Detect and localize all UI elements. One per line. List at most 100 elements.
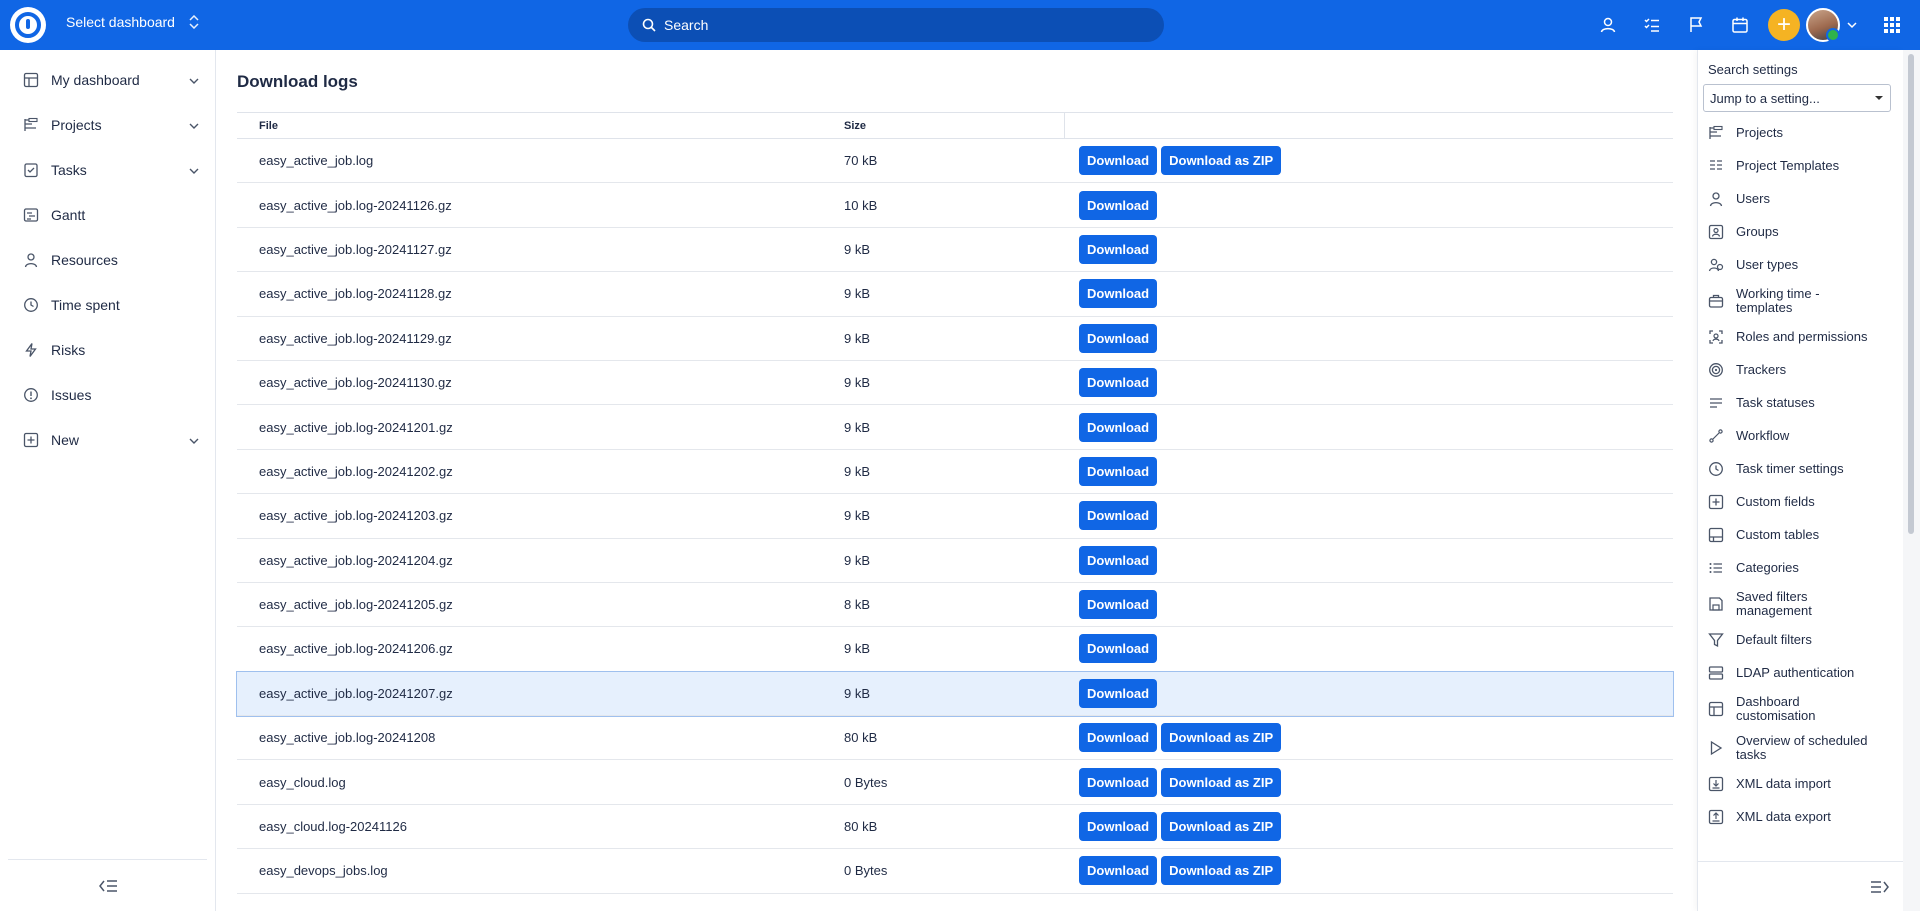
table-row[interactable]: easy_active_job.log-20241127.gz 9 kB Downl… bbox=[237, 228, 1673, 273]
settings-item-overview-of-scheduled-tasks[interactable]: Overview of scheduled tasks bbox=[1698, 728, 1904, 767]
avatar[interactable] bbox=[1806, 8, 1840, 42]
table-row[interactable]: easy_active_job.log-20241202.gz 9 kB Downl… bbox=[237, 450, 1673, 495]
download-button[interactable]: Download bbox=[1079, 590, 1158, 620]
settings-item-users[interactable]: Users bbox=[1698, 182, 1904, 215]
download-as-zip-button[interactable]: Download as ZIP bbox=[1161, 767, 1282, 797]
settings-item-label: Users bbox=[1736, 190, 1770, 206]
sidebar-item-time-spent[interactable]: Time spent bbox=[0, 282, 215, 327]
table-row[interactable]: easy_devops_jobs.log 0 Bytes Download Downl… bbox=[237, 849, 1673, 894]
user-icon[interactable] bbox=[1586, 0, 1630, 50]
settings-item-task-statuses[interactable]: Task statuses bbox=[1698, 386, 1904, 419]
download-button[interactable]: Download bbox=[1079, 234, 1158, 264]
settings-item-ldap-authentication[interactable]: LDAP authentication bbox=[1698, 656, 1904, 689]
settings-item-user-types[interactable]: User types bbox=[1698, 248, 1904, 281]
calendar-icon[interactable] bbox=[1718, 0, 1762, 50]
sidebar-item-projects[interactable]: Projects bbox=[0, 102, 215, 147]
download-as-zip-button[interactable]: Download as ZIP bbox=[1161, 812, 1282, 842]
table-row[interactable]: easy_active_job.log-20241204.gz 9 kB Downl… bbox=[237, 539, 1673, 583]
sidebar-item-risks[interactable]: Risks bbox=[0, 327, 215, 372]
table-row[interactable]: easy_active_job.log-20241206.gz 9 kB Downl… bbox=[237, 627, 1673, 672]
table-row[interactable]: easy_active_job.log-20241205.gz 8 kB Downl… bbox=[237, 583, 1673, 628]
settings-item-workflow[interactable]: Workflow bbox=[1698, 419, 1904, 452]
tasks-checklist-icon[interactable] bbox=[1630, 0, 1674, 50]
apps-grid-icon[interactable] bbox=[1864, 0, 1920, 50]
settings-item-default-filters[interactable]: Default filters bbox=[1698, 623, 1904, 656]
chevron-down-icon[interactable] bbox=[189, 162, 199, 178]
column-header-size[interactable]: Size bbox=[844, 120, 1064, 132]
download-as-zip-button[interactable]: Download as ZIP bbox=[1161, 146, 1282, 176]
download-as-zip-button[interactable]: Download as ZIP bbox=[1161, 856, 1282, 886]
download-button[interactable]: Download bbox=[1079, 856, 1158, 886]
sidebar-item-new[interactable]: New bbox=[0, 417, 215, 462]
file-name-cell: easy_active_job.log-20241128.gz bbox=[259, 286, 452, 302]
table-row[interactable]: easy_cloud.log 0 Bytes Download Download as… bbox=[237, 760, 1673, 805]
download-button[interactable]: Download bbox=[1079, 634, 1158, 664]
flag-icon[interactable] bbox=[1674, 0, 1718, 50]
chevron-down-icon[interactable] bbox=[189, 432, 199, 448]
table-row[interactable]: easy_active_job.log-20241203.gz 9 kB Downl… bbox=[237, 494, 1673, 539]
settings-item-custom-tables[interactable]: Custom tables bbox=[1698, 518, 1904, 551]
table-row[interactable]: easy_active_job.log-20241130.gz 9 kB Downl… bbox=[237, 361, 1673, 406]
plus-icon[interactable]: + bbox=[1768, 9, 1800, 41]
file-size-cell: 9 kB bbox=[844, 508, 871, 524]
download-button[interactable]: Download bbox=[1079, 412, 1158, 442]
file-name-cell: easy_active_job.log-20241130.gz bbox=[259, 375, 452, 391]
download-button[interactable]: Download bbox=[1079, 501, 1158, 531]
settings-item-groups[interactable]: Groups bbox=[1698, 215, 1904, 248]
download-button[interactable]: Download bbox=[1079, 456, 1158, 486]
table-row[interactable]: easy_active_job.log-20241201.gz 9 kB Downl… bbox=[237, 405, 1673, 450]
settings-item-xml-data-import[interactable]: XML data import bbox=[1698, 767, 1904, 800]
chevron-down-icon[interactable] bbox=[189, 72, 199, 88]
download-button[interactable]: Download bbox=[1079, 323, 1158, 353]
collapse-settings-button[interactable] bbox=[1698, 861, 1903, 911]
dashboard-selector-label: Select dashboard bbox=[66, 14, 175, 30]
settings-item-dashboard-customisation[interactable]: Dashboard customisation bbox=[1698, 689, 1904, 728]
settings-item-project-templates[interactable]: Project Templates bbox=[1698, 149, 1904, 182]
search-input[interactable]: Search bbox=[628, 8, 1164, 42]
table-row[interactable]: easy_active_job.log 70 kB Download Download… bbox=[237, 139, 1673, 184]
settings-item-xml-data-export[interactable]: XML data export bbox=[1698, 800, 1904, 833]
app-logo[interactable] bbox=[10, 7, 46, 43]
table-row[interactable]: easy_active_job.log-20241129.gz 9 kB Downl… bbox=[237, 317, 1673, 361]
download-button[interactable]: Download bbox=[1079, 279, 1158, 309]
download-button[interactable]: Download bbox=[1079, 545, 1158, 575]
scrollbar-thumb[interactable] bbox=[1908, 54, 1914, 534]
download-button[interactable]: Download bbox=[1079, 767, 1158, 797]
settings-item-roles-and-permissions[interactable]: Roles and permissions bbox=[1698, 320, 1904, 353]
file-size-cell: 9 kB bbox=[844, 330, 871, 346]
download-button[interactable]: Download bbox=[1079, 190, 1158, 220]
table-row[interactable]: easy_cloud.log-20241126 80 kB Download Down… bbox=[237, 805, 1673, 850]
collapse-sidebar-button[interactable] bbox=[8, 859, 207, 911]
sidebar-item-resources[interactable]: Resources bbox=[0, 237, 215, 282]
chevron-down-icon[interactable] bbox=[1840, 0, 1864, 50]
top-bar: Select dashboard Search + bbox=[0, 0, 1920, 50]
table-row[interactable]: easy_active_job.log-20241208 80 kB Downloa… bbox=[237, 716, 1673, 761]
settings-item-projects[interactable]: Projects bbox=[1698, 116, 1904, 149]
sidebar-item-my-dashboard[interactable]: My dashboard bbox=[0, 57, 215, 102]
sidebar-item-tasks[interactable]: Tasks bbox=[0, 147, 215, 192]
dashboard-selector[interactable]: Select dashboard bbox=[66, 14, 199, 30]
sidebar-item-gantt[interactable]: Gantt bbox=[0, 192, 215, 237]
chevron-down-icon[interactable] bbox=[189, 117, 199, 133]
column-header-actions bbox=[1064, 113, 1673, 138]
table-row[interactable]: easy_active_job.log-20241207.gz 9 kB Downl… bbox=[236, 670, 1674, 718]
download-as-zip-button[interactable]: Download as ZIP bbox=[1161, 723, 1282, 753]
download-button[interactable]: Download bbox=[1079, 812, 1158, 842]
sidebar-item-issues[interactable]: Issues bbox=[0, 372, 215, 417]
download-button[interactable]: Download bbox=[1079, 723, 1158, 753]
table-row[interactable]: easy_active_job.log-20241128.gz 9 kB Downl… bbox=[237, 272, 1673, 317]
settings-panel-title: Search settings bbox=[1708, 62, 1798, 77]
settings-item-trackers[interactable]: Trackers bbox=[1698, 353, 1904, 386]
table-row[interactable]: easy_active_job.log-20241126.gz 10 kB Down… bbox=[237, 183, 1673, 228]
page-scrollbar[interactable] bbox=[1903, 50, 1920, 911]
settings-item-working-time-templates[interactable]: Working time - templates bbox=[1698, 281, 1904, 320]
download-button[interactable]: Download bbox=[1079, 146, 1158, 176]
download-button[interactable]: Download bbox=[1079, 678, 1158, 708]
settings-item-custom-fields[interactable]: Custom fields bbox=[1698, 485, 1904, 518]
jump-to-setting-select[interactable]: Jump to a setting... bbox=[1703, 84, 1891, 112]
download-button[interactable]: Download bbox=[1079, 368, 1158, 398]
settings-item-task-timer-settings[interactable]: Task timer settings bbox=[1698, 452, 1904, 485]
column-header-file[interactable]: File bbox=[237, 120, 844, 132]
settings-item-saved-filters-management[interactable]: Saved filters management bbox=[1698, 584, 1904, 623]
settings-item-categories[interactable]: Categories bbox=[1698, 551, 1904, 584]
